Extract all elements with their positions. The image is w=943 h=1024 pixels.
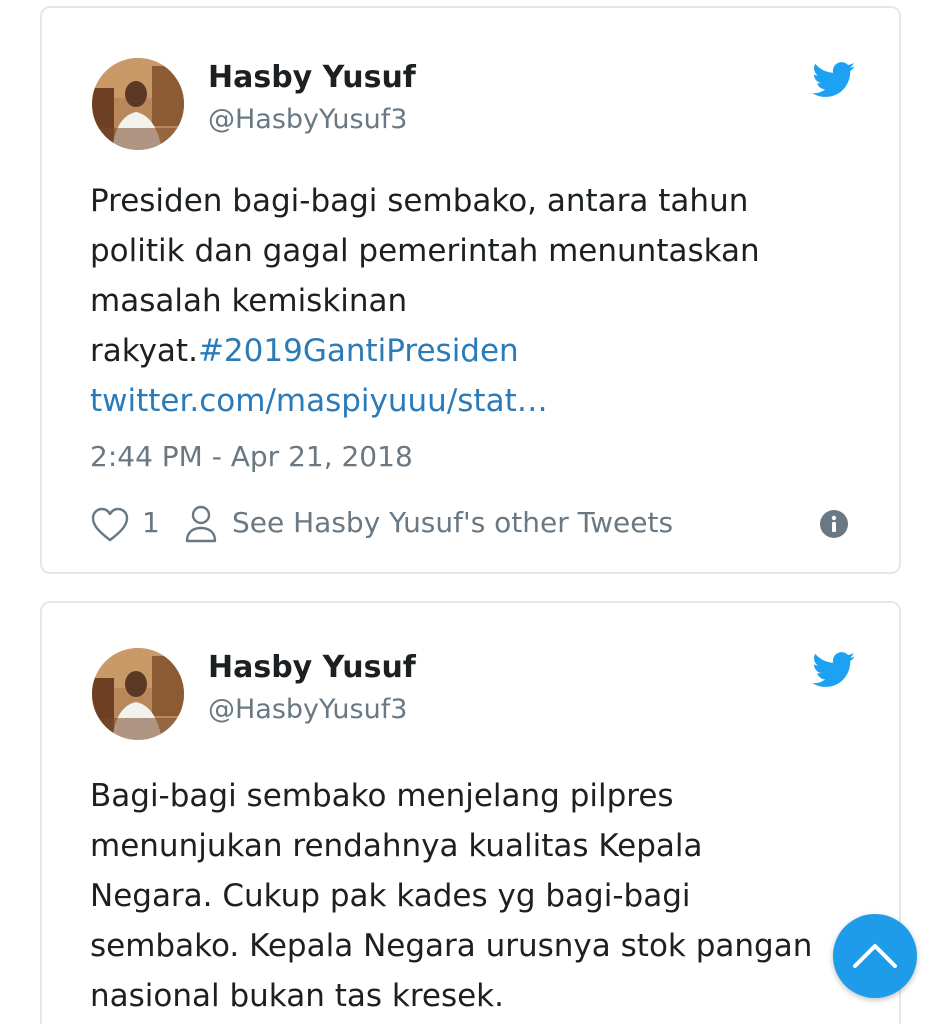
twitter-bird-icon[interactable] <box>812 62 856 98</box>
tweet-text-line: sembako. Kepala Negara urusnya stok pang… <box>90 928 813 964</box>
page: Hasby Yusuf @HasbyYusuf3 Presiden bagi-b… <box>0 0 943 1024</box>
tweet-timestamp[interactable]: 2:44 PM - Apr 21, 2018 <box>90 440 413 473</box>
tweet-text-line: masalah kemiskinan <box>90 283 408 319</box>
author-handle[interactable]: @HasbyYusuf3 <box>208 104 407 135</box>
tweet-actions: 1 See Hasby Yusuf's other Tweets <box>90 504 860 548</box>
tweet-text-tail: rakyat. <box>90 333 198 369</box>
tweet-text-line: Negara. Cukup pak kades yg bagi-bagi <box>90 878 691 914</box>
person-icon[interactable] <box>184 504 218 544</box>
tweet-text-line: nasional bukan tas kresek. <box>90 978 504 1014</box>
tweet-card[interactable]: Hasby Yusuf @HasbyYusuf3 Bagi-bagi semba… <box>40 601 901 1024</box>
tweet-text-line: menunjukan rendahnya kualitas Kepala <box>90 828 703 864</box>
author-name[interactable]: Hasby Yusuf <box>208 650 416 685</box>
tweet-text-line: Presiden bagi-bagi sembako, antara tahun <box>90 183 749 219</box>
author-handle[interactable]: @HasbyYusuf3 <box>208 694 407 725</box>
info-icon[interactable] <box>820 510 848 538</box>
author-name[interactable]: Hasby Yusuf <box>208 60 416 95</box>
tweet-text-line: Bagi-bagi sembako menjelang pilpres <box>90 778 674 814</box>
avatar[interactable] <box>92 58 184 150</box>
see-other-tweets-link[interactable]: See Hasby Yusuf's other Tweets <box>232 506 673 539</box>
scroll-to-top-button[interactable] <box>833 914 917 998</box>
heart-icon[interactable] <box>90 506 130 544</box>
chevron-up-icon <box>853 944 897 968</box>
twitter-bird-icon[interactable] <box>812 652 856 688</box>
hashtag-link[interactable]: #2019GantiPresiden <box>198 333 519 369</box>
tweet-card[interactable]: Hasby Yusuf @HasbyYusuf3 Presiden bagi-b… <box>40 6 901 574</box>
avatar[interactable] <box>92 648 184 740</box>
tweet-text: Bagi-bagi sembako menjelang pilpres menu… <box>90 771 830 1021</box>
tweet-text-line: rakyat.#2019GantiPresiden <box>90 326 830 376</box>
tweet-url-link[interactable]: twitter.com/maspiyuuu/stat… <box>90 376 830 426</box>
tweet-text-line: politik dan gagal pemerintah menuntaskan <box>90 233 760 269</box>
like-count: 1 <box>142 506 160 539</box>
tweet-text: Presiden bagi-bagi sembako, antara tahun… <box>90 176 830 426</box>
